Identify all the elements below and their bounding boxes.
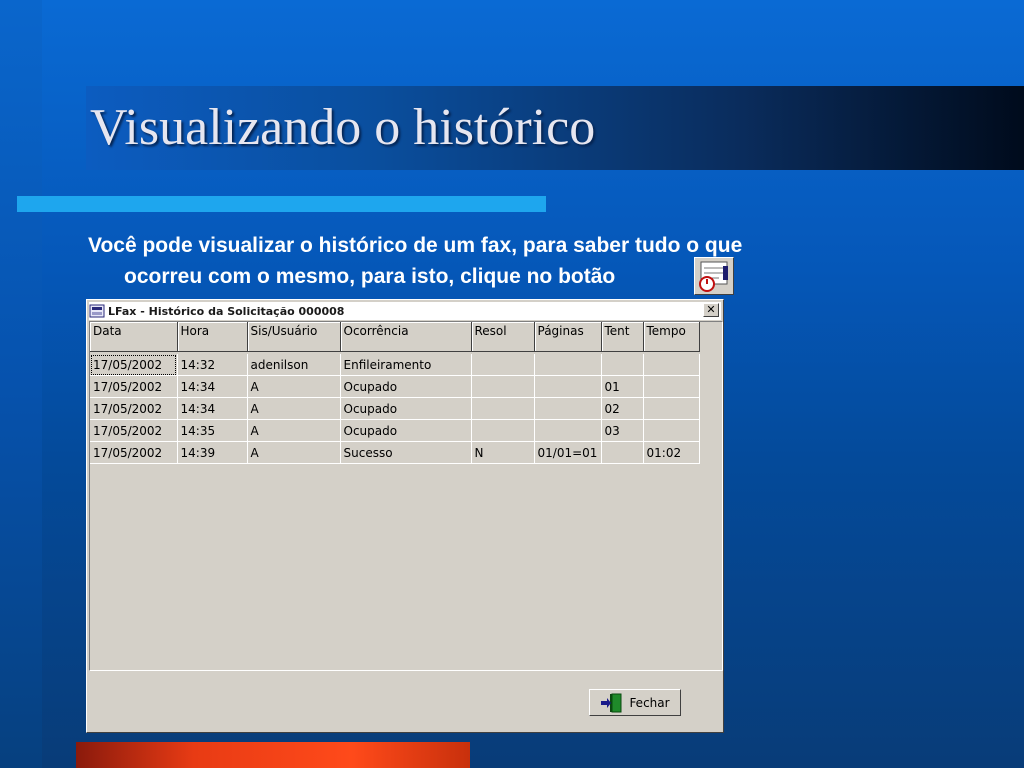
table-row[interactable]: 17/05/2002 14:34 A Ocupado 02: [90, 397, 700, 420]
table-row[interactable]: 17/05/2002 14:32 adenilson Enfileiramento: [90, 354, 700, 376]
window-titlebar[interactable]: LFax - Histórico da Solicitação 000008 ✕: [89, 302, 721, 320]
table-cell: A: [247, 441, 341, 464]
window-close-button[interactable]: ✕: [703, 303, 719, 317]
table-cell: Ocupado: [340, 375, 472, 398]
table-cell: A: [247, 419, 341, 442]
table-cell: N: [471, 441, 535, 464]
table-cell: 14:34: [177, 375, 248, 398]
history-window: LFax - Histórico da Solicitação 000008 ✕…: [86, 299, 724, 733]
fechar-label: Fechar: [629, 695, 670, 710]
exit-door-icon: [601, 693, 622, 712]
close-icon: ✕: [706, 303, 716, 316]
table-cell: [601, 354, 644, 376]
table-cell: [534, 397, 602, 420]
slide-body-text: Você pode visualizar o histórico de um f…: [88, 230, 908, 292]
table-cell: 01:02: [643, 441, 700, 464]
body-line-2: ocorreu com o mesmo, para isto, clique n…: [124, 265, 616, 288]
table-cell: adenilson: [247, 354, 341, 376]
table-cell: [534, 419, 602, 442]
column-header[interactable]: Data: [90, 322, 178, 352]
table-cell: [601, 441, 644, 464]
table-cell: 17/05/2002: [90, 397, 178, 420]
table-cell: Ocupado: [340, 419, 472, 442]
column-header[interactable]: Ocorrência: [340, 322, 472, 352]
table-cell: 02: [601, 397, 644, 420]
table-cell: A: [247, 375, 341, 398]
table-cell: 17/05/2002: [90, 375, 178, 398]
table-row[interactable]: 17/05/2002 14:34 A Ocupado 01: [90, 375, 700, 398]
history-grid[interactable]: Data Hora Sis/Usuário Ocorrência Resol Página…: [89, 321, 723, 671]
table-cell: [471, 354, 535, 376]
body-line-1: Você pode visualizar o histórico de um f…: [88, 234, 743, 257]
fax-icon: [89, 304, 105, 318]
table-cell: [471, 375, 535, 398]
fechar-button[interactable]: Fechar: [589, 689, 681, 716]
table-cell: 17/05/2002: [90, 354, 178, 376]
table-body: 17/05/2002 14:32 adenilson Enfileiramento 17…: [90, 352, 700, 464]
table-row[interactable]: 17/05/2002 14:35 A Ocupado 03: [90, 419, 700, 442]
table-cell: [534, 354, 602, 376]
table-cell: [471, 419, 535, 442]
column-header[interactable]: Páginas: [534, 322, 602, 352]
table-cell: [643, 397, 700, 420]
column-header[interactable]: Sis/Usuário: [247, 322, 341, 352]
accent-line: [17, 196, 546, 212]
column-header[interactable]: Hora: [177, 322, 248, 352]
table-cell: 17/05/2002: [90, 441, 178, 464]
history-table: Data Hora Sis/Usuário Ocorrência Resol Página…: [90, 322, 700, 464]
table-cell: [643, 419, 700, 442]
history-icon: [699, 261, 728, 292]
table-cell: 14:32: [177, 354, 248, 376]
table-cell: [534, 375, 602, 398]
history-button[interactable]: [694, 257, 734, 295]
table-cell: 14:39: [177, 441, 248, 464]
table-cell: Sucesso: [340, 441, 472, 464]
table-cell: 03: [601, 419, 644, 442]
slide-title: Visualizando o histórico: [90, 99, 596, 156]
table-header-row: Data Hora Sis/Usuário Ocorrência Resol Página…: [90, 322, 700, 352]
table-cell: 14:35: [177, 419, 248, 442]
bottom-accent-bar: [76, 742, 470, 768]
table-cell: 17/05/2002: [90, 419, 178, 442]
table-cell: Ocupado: [340, 397, 472, 420]
table-cell: Enfileiramento: [340, 354, 472, 376]
table-cell: A: [247, 397, 341, 420]
table-cell: [471, 397, 535, 420]
table-cell: 01: [601, 375, 644, 398]
column-header[interactable]: Tent: [601, 322, 644, 352]
column-header[interactable]: Resol: [471, 322, 535, 352]
table-row[interactable]: 17/05/2002 14:39 A Sucesso N 01/01=01 01:02: [90, 441, 700, 464]
window-title: LFax - Histórico da Solicitação 000008: [108, 304, 345, 318]
table-cell: 01/01=01: [534, 441, 602, 464]
column-header[interactable]: Tempo: [643, 322, 700, 352]
table-cell: [643, 375, 700, 398]
table-cell: 14:34: [177, 397, 248, 420]
table-cell: [643, 354, 700, 376]
left-decor-strip: [0, 0, 42, 768]
